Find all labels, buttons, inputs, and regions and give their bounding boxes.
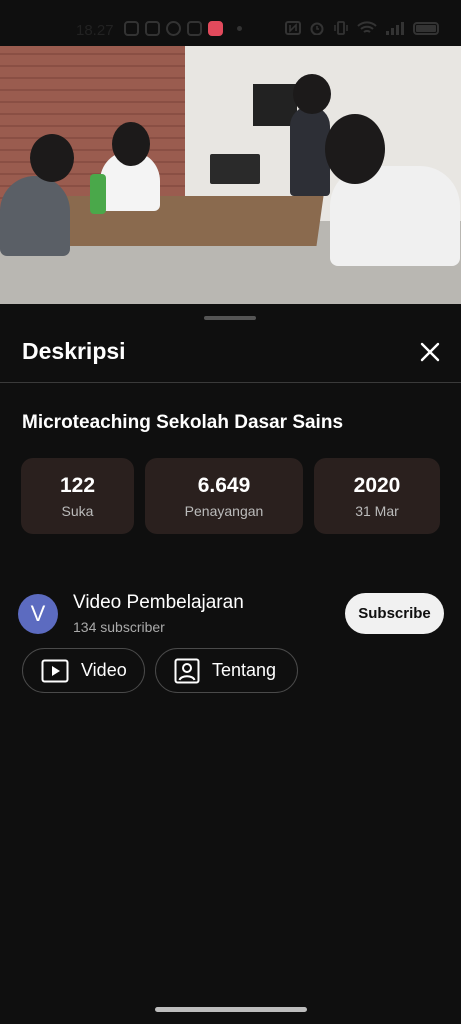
video-scene-head <box>30 134 74 182</box>
sheet-title: Deskripsi <box>22 338 126 364</box>
instagram-icon <box>124 21 139 36</box>
date-day: 31 Mar <box>355 502 399 519</box>
about-button-label: Tentang <box>212 660 277 680</box>
alarm-icon <box>310 22 324 35</box>
subscriber-count: 134 subscriber <box>73 619 165 635</box>
views-stat: 6.649 Penayangan <box>145 458 303 534</box>
sheet-drag-handle[interactable] <box>204 316 256 320</box>
avatar[interactable]: V <box>18 594 58 634</box>
home-indicator[interactable] <box>155 1007 307 1012</box>
video-scene-head <box>112 122 150 166</box>
divider <box>0 382 461 383</box>
nfc-icon <box>285 21 301 35</box>
video-title: Microteaching Sekolah Dasar Sains <box>22 412 344 433</box>
video-scene-bottle <box>90 174 106 214</box>
video-scene-laptop <box>210 154 260 184</box>
videos-button-label: Video <box>81 660 127 680</box>
video-scene-person <box>0 176 70 256</box>
profile-icon <box>174 658 200 683</box>
likes-stat: 122 Suka <box>21 458 134 534</box>
instagram-icon <box>145 21 160 36</box>
notification-icons <box>124 21 242 36</box>
date-stat: 2020 31 Mar <box>314 458 440 534</box>
video-scene-person <box>290 106 330 196</box>
views-label: Penayangan <box>184 502 264 519</box>
channel-name[interactable]: Video Pembelajaran <box>73 592 244 614</box>
video-icon <box>41 659 69 682</box>
status-time: 18.27 <box>76 22 114 39</box>
videos-button[interactable]: Video <box>22 648 145 693</box>
close-icon[interactable] <box>418 340 442 364</box>
battery-icon <box>413 21 439 35</box>
date-year: 2020 <box>353 473 401 497</box>
likes-value: 122 <box>59 473 96 497</box>
vibrate-icon <box>334 21 348 35</box>
wifi-icon <box>357 21 377 33</box>
description-sheet: Deskripsi Microteaching Sekolah Dasar Sa… <box>0 304 461 1024</box>
about-button[interactable]: Tentang <box>155 648 298 693</box>
whatsapp-icon <box>166 21 181 36</box>
video-scene-head <box>293 74 331 114</box>
video-scene-head <box>325 114 385 184</box>
video-player[interactable] <box>0 46 461 304</box>
signal-icon <box>386 22 404 35</box>
system-icons <box>285 21 439 35</box>
more-notifications-dot <box>237 26 242 31</box>
status-bar: 18.27 <box>0 0 461 46</box>
likes-label: Suka <box>61 502 94 519</box>
app-icon <box>208 21 223 36</box>
subscribe-button[interactable]: Subscribe <box>345 593 444 634</box>
views-value: 6.649 <box>197 473 251 497</box>
instagram-icon <box>187 21 202 36</box>
